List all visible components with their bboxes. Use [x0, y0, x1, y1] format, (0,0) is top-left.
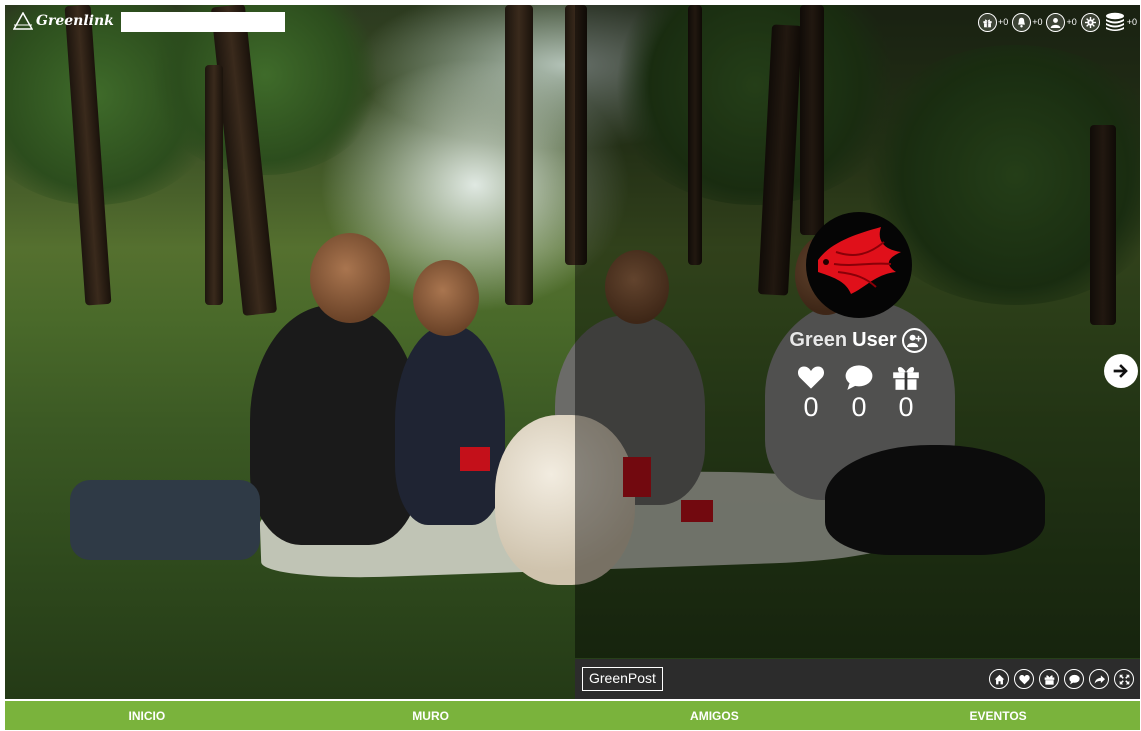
nav-item-amigos[interactable]: AMIGOS: [573, 701, 857, 730]
add-user-icon: [906, 334, 921, 348]
bell-icon[interactable]: [1012, 12, 1032, 32]
logo-triangle-icon: [13, 12, 33, 30]
heart-icon[interactable]: [1014, 669, 1034, 689]
nav-item-inicio[interactable]: INICIO: [5, 701, 289, 730]
betta-fish-image: [818, 227, 901, 294]
user-notification[interactable]: +0: [1046, 12, 1077, 32]
logo[interactable]: Greenlink: [13, 12, 114, 30]
share-icon[interactable]: [1089, 669, 1109, 689]
fullscreen-icon[interactable]: [1114, 669, 1134, 689]
gifts-count: 0: [898, 392, 914, 422]
profile-username: Green User: [770, 328, 946, 353]
bell-notification[interactable]: +0: [1012, 12, 1043, 32]
settings[interactable]: [1080, 12, 1100, 32]
home-icon[interactable]: [989, 669, 1009, 689]
gift-icon: [893, 367, 919, 390]
bottom-nav: INICIO MURO AMIGOS EVENTOS: [5, 701, 1140, 730]
post-actions: [989, 669, 1134, 689]
post-title-label[interactable]: GreenPost: [582, 667, 663, 691]
likes-stat[interactable]: 0: [787, 364, 835, 422]
comments-stat[interactable]: 0: [835, 364, 883, 422]
nav-item-eventos[interactable]: EVENTOS: [856, 701, 1140, 730]
background-photo: [5, 5, 1140, 699]
coins-icon[interactable]: [1104, 12, 1126, 32]
username-first: Green: [789, 329, 848, 351]
user-icon[interactable]: [1046, 12, 1066, 32]
gift-icon[interactable]: [977, 12, 997, 32]
comment-icon: [845, 365, 873, 390]
user-count: +0: [1066, 17, 1077, 27]
gift-notification[interactable]: +0: [977, 12, 1009, 32]
comments-count: 0: [851, 392, 867, 422]
gifts-stat[interactable]: 0: [882, 364, 930, 422]
nav-item-muro[interactable]: MURO: [289, 701, 573, 730]
arrow-right-icon: [1113, 364, 1128, 378]
username-last: User: [852, 329, 897, 351]
logo-text: Greenlink: [36, 13, 114, 29]
top-icon-bar: +0 +0 +0 +0: [977, 12, 1137, 32]
post-bar: GreenPost: [575, 659, 1140, 699]
search-input[interactable]: [121, 12, 285, 32]
comment-icon[interactable]: [1064, 669, 1084, 689]
add-friend-button[interactable]: [901, 328, 927, 353]
next-arrow-button[interactable]: [1104, 354, 1138, 388]
likes-count: 0: [803, 392, 819, 422]
gift-count: +0: [997, 17, 1009, 27]
heart-icon: [797, 366, 825, 389]
bell-count: +0: [1032, 17, 1043, 27]
avatar[interactable]: [806, 212, 912, 318]
gift-icon[interactable]: [1039, 669, 1059, 689]
coins-balance[interactable]: +0: [1104, 12, 1137, 32]
coins-count: +0: [1126, 17, 1137, 27]
gear-icon[interactable]: [1080, 12, 1100, 32]
